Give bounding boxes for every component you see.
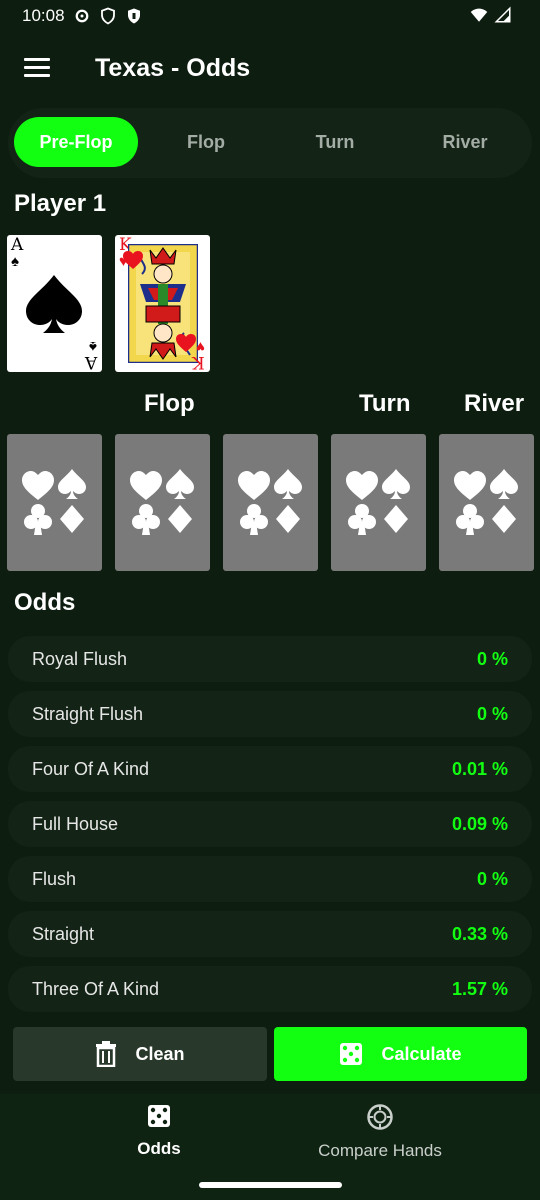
odds-percentage: 0.09 %	[451, 814, 508, 834]
card-suits-icon	[238, 469, 302, 535]
odds-percentage: 0 %	[476, 649, 508, 669]
player-title: Player 1	[14, 190, 107, 217]
tab-river[interactable]: River	[403, 117, 527, 167]
status-time: 10:08	[22, 6, 65, 25]
board-card-slot-river[interactable]	[439, 434, 534, 571]
home-indicator[interactable]	[199, 1182, 342, 1188]
settings-icon	[75, 9, 88, 23]
player-card-ace-spades[interactable]: A ♠ ♠ A	[7, 235, 102, 372]
app-bar: Texas - Odds	[0, 36, 540, 104]
odds-hand-name: Four Of A Kind	[32, 759, 150, 779]
odds-hand-name: Royal Flush	[32, 649, 128, 669]
odds-hand-name: Three Of A Kind	[32, 979, 160, 999]
odds-title: Odds	[14, 589, 76, 616]
odds-hand-name: Straight Flush	[32, 704, 144, 724]
dice-icon	[340, 1043, 363, 1065]
odds-percentage: 1.57 %	[451, 979, 508, 999]
signal-icon	[494, 6, 511, 23]
nav-item-compare-hands[interactable]: Compare Hands	[310, 1104, 450, 1161]
river-label: River	[464, 390, 525, 417]
card-suits-icon	[454, 469, 518, 535]
board-card-slot-flop-2[interactable]	[115, 434, 210, 571]
odds-row-royal-flush: Royal Flush 0 %	[8, 636, 532, 682]
card-rank: A	[11, 235, 24, 255]
spade-icon	[26, 275, 82, 333]
wifi-icon	[470, 8, 488, 22]
board-card-slot-flop-3[interactable]	[223, 434, 318, 571]
odds-percentage: 0.33 %	[451, 924, 508, 944]
card-suits-icon	[346, 469, 410, 535]
calculate-button[interactable]: Calculate	[274, 1027, 527, 1081]
clean-button-label: Clean	[135, 1043, 185, 1064]
odds-hand-name: Full House	[32, 814, 119, 834]
odds-row-straight: Straight 0.33 %	[8, 911, 532, 957]
card-suits-icon	[130, 469, 194, 535]
shield-outline-icon	[100, 7, 115, 25]
board-card-slot-turn[interactable]	[331, 434, 426, 571]
board-card-slot-flop-1[interactable]	[7, 434, 102, 571]
heart-icon	[123, 251, 143, 269]
calculate-button-label: Calculate	[381, 1043, 462, 1064]
app-title: Texas - Odds	[95, 54, 251, 82]
card-suit: ♠	[11, 253, 19, 270]
card-suits-icon	[22, 469, 86, 535]
odds-hand-name: Straight	[32, 924, 95, 944]
tab-pre-flop[interactable]: Pre-Flop	[14, 117, 138, 167]
odds-row-straight-flush: Straight Flush 0 %	[8, 691, 532, 737]
odds-hand-name: Flush	[32, 869, 77, 889]
turn-label: Turn	[359, 390, 411, 417]
clean-button[interactable]: Clean	[13, 1027, 267, 1081]
street-tabs: Pre-Flop Flop Turn River	[8, 108, 532, 178]
nav-label-odds: Odds	[137, 1139, 181, 1158]
poker-chip-icon	[367, 1104, 393, 1130]
odds-percentage: 0 %	[476, 704, 508, 724]
odds-percentage: 0.01 %	[451, 759, 508, 779]
odds-row-three-of-a-kind: Three Of A Kind 1.57 %	[8, 966, 532, 1012]
tab-flop[interactable]: Flop	[144, 117, 268, 167]
shield-icon	[127, 8, 140, 24]
odds-percentage: 0 %	[476, 869, 508, 889]
nav-label-compare-hands: Compare Hands	[318, 1141, 442, 1160]
status-bar: 10:08	[0, 0, 540, 32]
dice-icon	[148, 1105, 170, 1127]
odds-row-flush: Flush 0 %	[8, 856, 532, 902]
card-rank: A	[84, 352, 97, 372]
odds-row-four-of-a-kind: Four Of A Kind 0.01 %	[8, 746, 532, 792]
player-card-king-hearts[interactable]: K ♥ ♥ K	[115, 235, 210, 372]
tab-turn[interactable]: Turn	[273, 117, 397, 167]
card-rank: K	[192, 352, 205, 372]
odds-row-full-house: Full House 0.09 %	[8, 801, 532, 847]
trash-icon	[96, 1041, 117, 1067]
nav-item-odds[interactable]: Odds	[118, 1104, 200, 1159]
flop-label: Flop	[144, 390, 195, 417]
heart-icon	[176, 334, 196, 352]
menu-icon[interactable]	[24, 58, 50, 80]
